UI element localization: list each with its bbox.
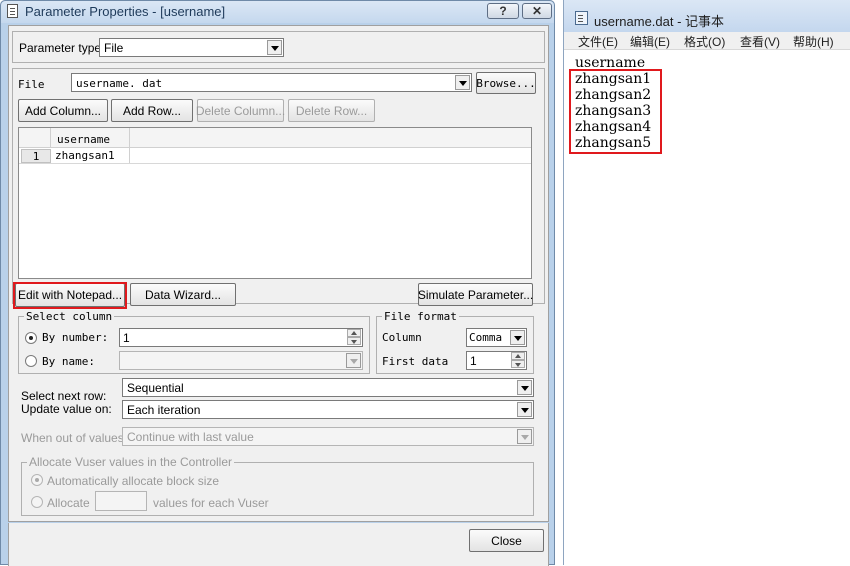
document-icon xyxy=(7,4,18,18)
data-wizard-button[interactable]: Data Wizard... xyxy=(130,283,236,306)
add-column-button[interactable]: Add Column... xyxy=(18,99,108,122)
update-value-label: Update value on: xyxy=(21,402,112,416)
notepad-title: username.dat - 记事本 xyxy=(594,14,725,29)
spin-down-icon[interactable] xyxy=(347,337,361,345)
by-number-value: 1 xyxy=(123,331,130,345)
auto-allocate-radio xyxy=(31,474,43,486)
by-name-radio[interactable] xyxy=(25,355,37,367)
notepad-menubar: 文件(E) 编辑(E) 格式(O) 查看(V) 帮助(H) xyxy=(564,32,850,50)
by-number-label[interactable]: By number: xyxy=(42,331,108,344)
data-grid[interactable]: username 1 zhangsan1 xyxy=(18,127,532,279)
chevron-down-icon[interactable] xyxy=(267,40,282,55)
menu-edit[interactable]: 编辑(E) xyxy=(630,33,670,50)
allocate-radio xyxy=(31,496,43,508)
chevron-down-icon[interactable] xyxy=(510,330,525,345)
select-next-row-label: Select next row: xyxy=(21,389,107,403)
highlight-box-notepad-button xyxy=(13,282,127,309)
chevron-down-icon[interactable] xyxy=(517,402,532,417)
first-data-label: First data xyxy=(382,355,449,368)
select-next-row-value: Sequential xyxy=(127,381,184,395)
notepad-icon xyxy=(575,11,588,25)
chevron-down-icon[interactable] xyxy=(517,380,532,395)
first-data-value: 1 xyxy=(470,354,477,368)
allocate-count-input xyxy=(95,491,147,511)
spin-down-icon[interactable] xyxy=(511,360,525,368)
notepad-text-area[interactable]: username zhangsan1 zhangsan2 zhangsan3 z… xyxy=(564,51,850,565)
grid-corner-cell xyxy=(19,128,51,148)
close-icon[interactable]: ✕ xyxy=(522,3,552,19)
menu-view[interactable]: 查看(V) xyxy=(740,33,780,50)
notepad-titlebar[interactable]: username.dat - 记事本 xyxy=(564,0,850,32)
first-data-stepper[interactable]: 1 xyxy=(466,351,527,370)
add-row-button[interactable]: Add Row... xyxy=(111,99,193,122)
column-format-label: Column xyxy=(382,331,422,344)
allocate-title: Allocate Vuser values in the Controller xyxy=(27,455,234,469)
chevron-down-icon[interactable] xyxy=(455,75,470,90)
parameter-type-select[interactable]: File xyxy=(99,38,284,57)
spin-up-icon[interactable] xyxy=(347,329,361,337)
grid-cell-username[interactable]: zhangsan1 xyxy=(55,149,115,162)
allocate-suffix-label: values for each Vuser xyxy=(153,496,269,510)
file-format-title: File format xyxy=(382,310,459,323)
spin-up-icon[interactable] xyxy=(511,352,525,360)
file-path-select[interactable]: username. dat xyxy=(71,73,472,92)
file-path-value: username. dat xyxy=(76,77,163,90)
select-next-row-select[interactable]: Sequential xyxy=(122,378,534,397)
simulate-parameter-button[interactable]: Simulate Parameter... xyxy=(418,283,533,306)
out-of-values-label: When out of values: xyxy=(21,431,128,445)
table-row[interactable]: 1 zhangsan1 xyxy=(19,148,531,164)
delete-column-button: Delete Column... xyxy=(196,99,285,122)
highlight-box-lines xyxy=(569,69,662,154)
dialog-titlebar[interactable]: Parameter Properties - [username] ? ✕ xyxy=(1,1,554,23)
by-number-stepper[interactable]: 1 xyxy=(119,328,363,347)
menu-help[interactable]: 帮助(H) xyxy=(793,33,834,50)
parameter-type-label: Parameter type: xyxy=(19,41,105,55)
out-of-values-value: Continue with last value xyxy=(127,430,254,444)
column-delimiter-select[interactable]: Comma xyxy=(466,328,527,347)
column-delimiter-value: Comma xyxy=(469,331,503,344)
dialog-body: Parameter type: File File username. dat … xyxy=(8,25,549,522)
chevron-down-icon xyxy=(517,429,532,444)
by-name-label[interactable]: By name: xyxy=(42,355,95,368)
notepad-window: username.dat - 记事本 文件(E) 编辑(E) 格式(O) 查看(… xyxy=(563,0,850,565)
allocate-label: Allocate xyxy=(47,496,90,510)
file-label: File xyxy=(18,78,45,91)
update-value-select[interactable]: Each iteration xyxy=(122,400,534,419)
dialog-title: Parameter Properties - [username] xyxy=(25,4,226,19)
by-number-radio[interactable] xyxy=(25,332,37,344)
out-of-values-select: Continue with last value xyxy=(122,427,534,446)
help-button[interactable]: ? xyxy=(487,3,519,19)
browse-button[interactable]: Browse... xyxy=(476,72,536,94)
dialog-footer: Close xyxy=(8,523,549,566)
parameter-properties-dialog: Parameter Properties - [username] ? ✕ Pa… xyxy=(0,0,555,566)
auto-allocate-label: Automatically allocate block size xyxy=(47,474,220,488)
menu-format[interactable]: 格式(O) xyxy=(684,33,725,50)
row-index-cell[interactable]: 1 xyxy=(21,149,51,163)
close-button[interactable]: Close xyxy=(469,529,544,552)
update-value-value: Each iteration xyxy=(127,403,201,417)
by-name-select xyxy=(119,351,363,370)
parameter-type-value: File xyxy=(104,41,124,55)
delete-row-button: Delete Row... xyxy=(288,99,375,122)
chevron-down-icon xyxy=(346,353,361,368)
menu-file[interactable]: 文件(E) xyxy=(578,33,618,50)
grid-column-header[interactable]: username xyxy=(57,133,110,146)
select-column-title: Select column xyxy=(24,310,115,323)
